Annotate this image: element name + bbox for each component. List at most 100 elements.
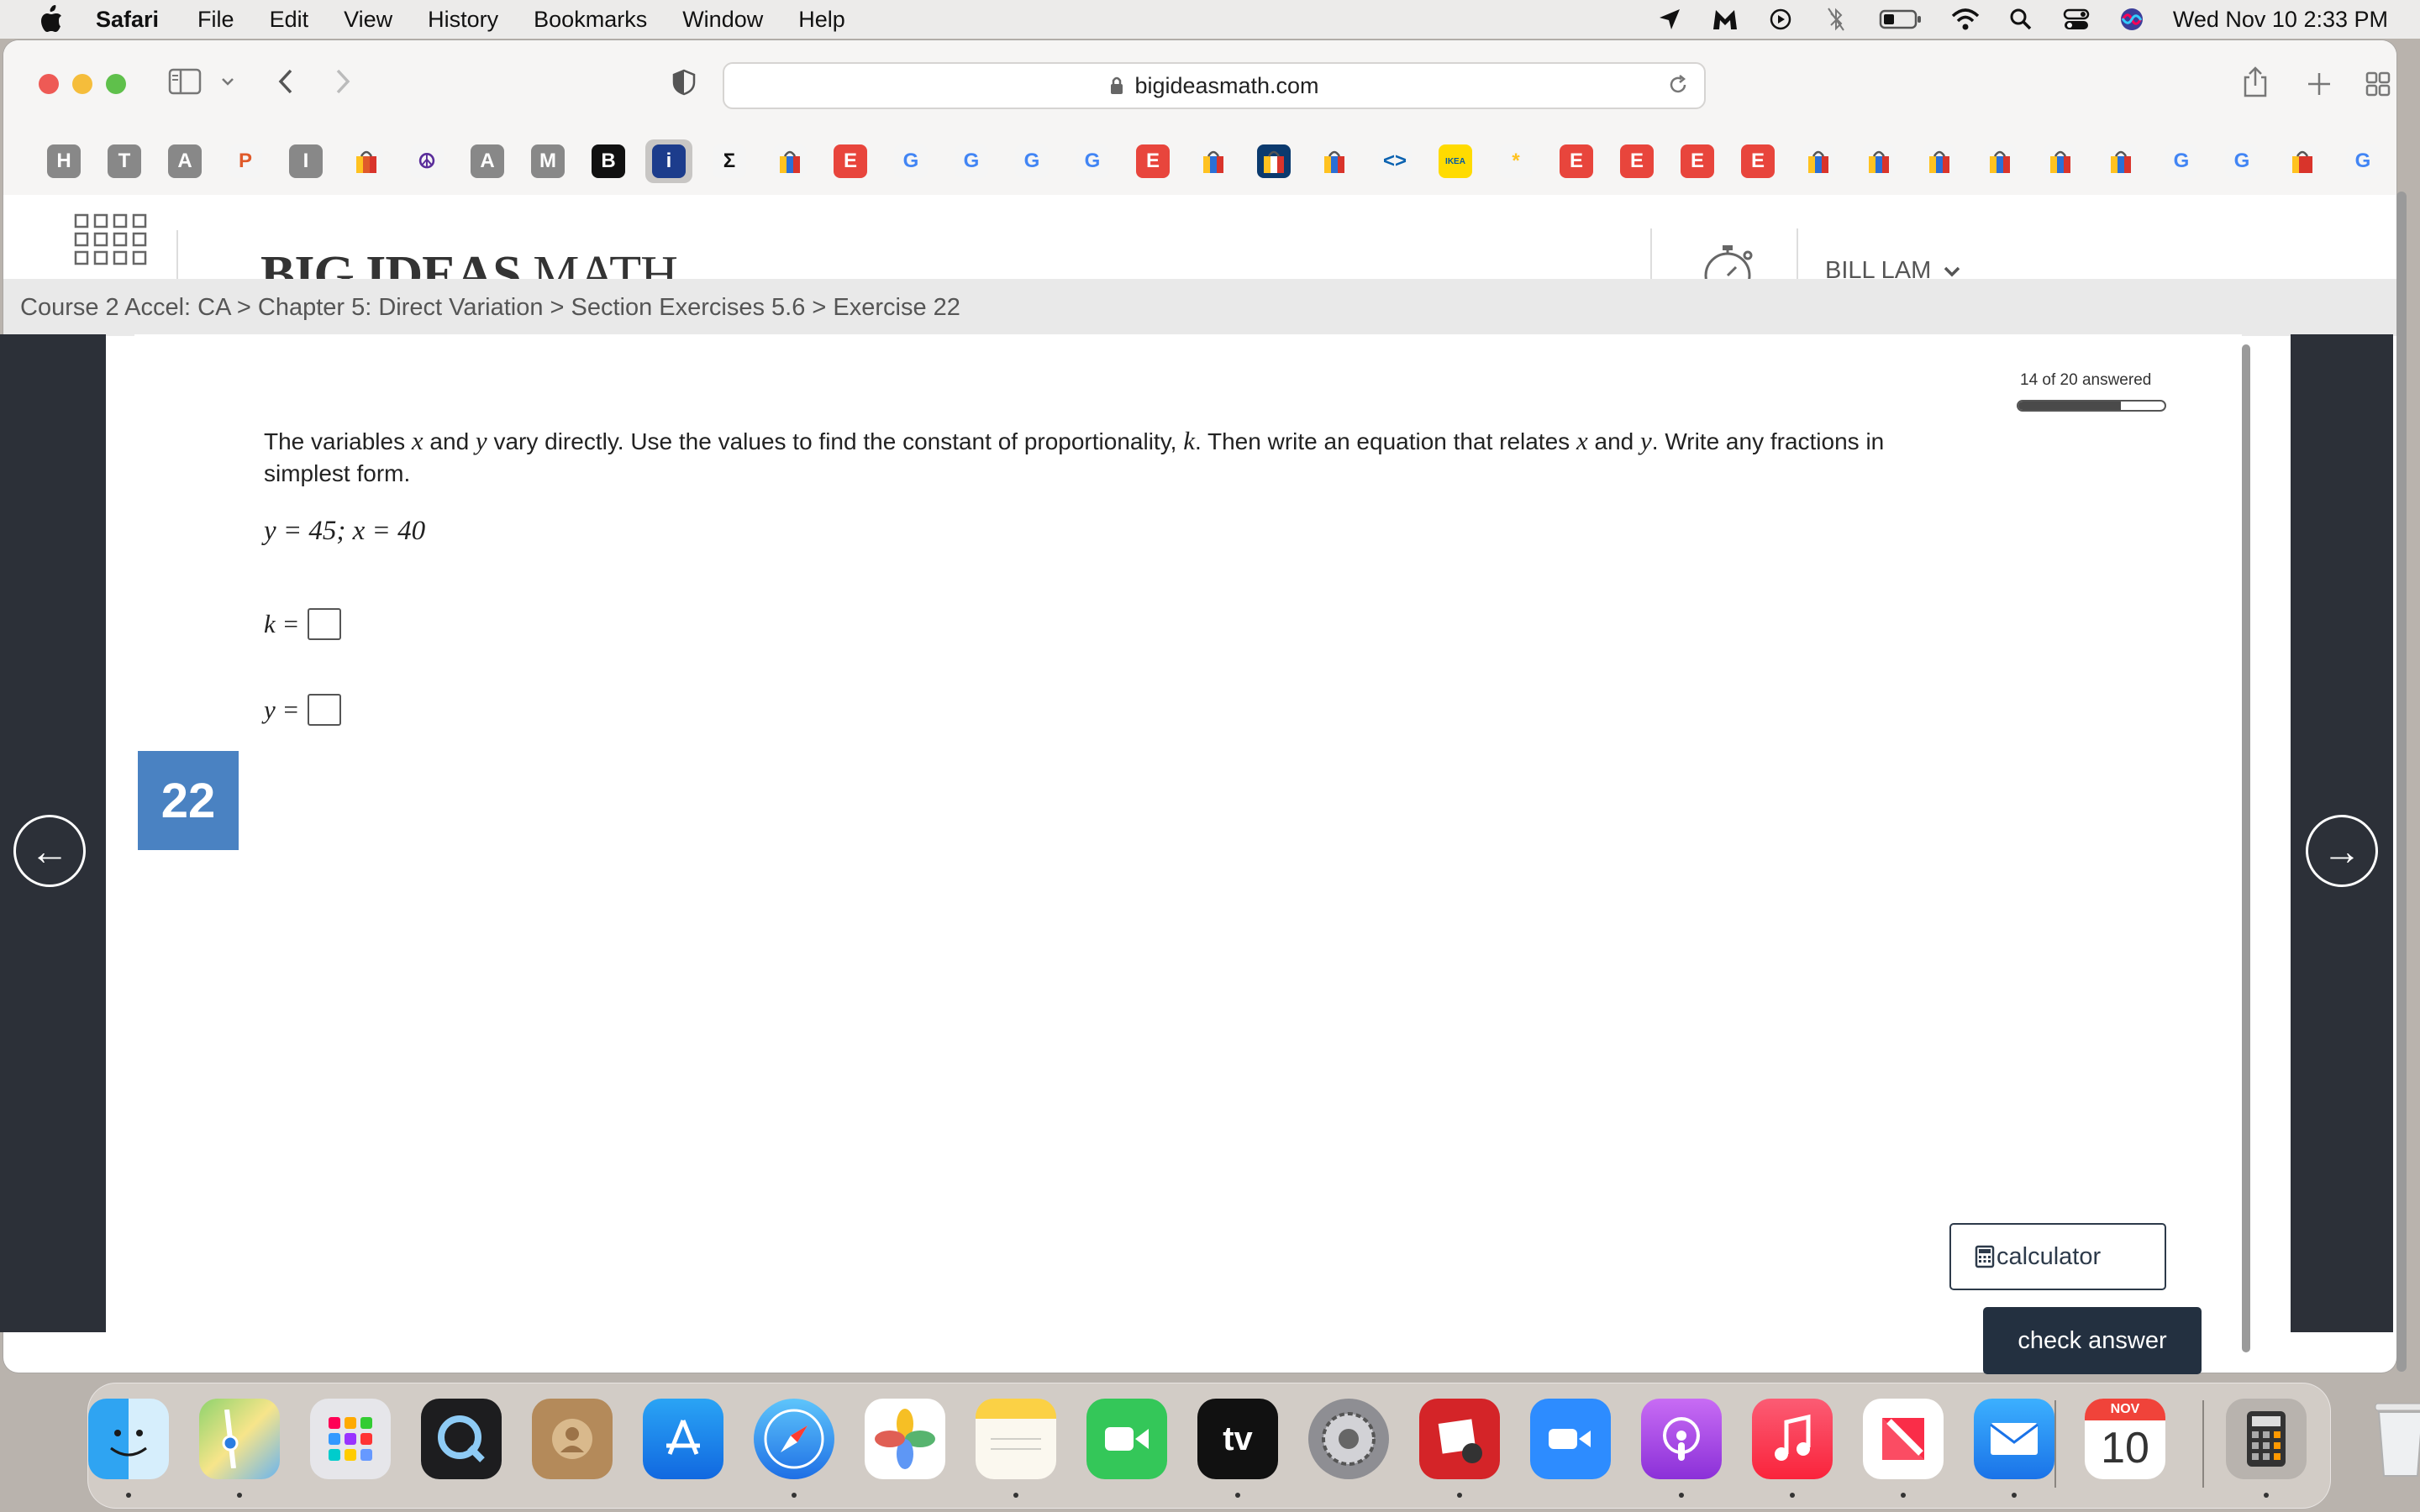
menu-view[interactable]: View xyxy=(344,7,392,33)
menu-file[interactable]: File xyxy=(197,7,234,33)
battery-icon[interactable] xyxy=(1877,5,1924,34)
notes-icon[interactable] xyxy=(976,1399,1056,1479)
favorite-bookmark[interactable] xyxy=(1795,139,1842,183)
favorite-bookmark[interactable]: H xyxy=(40,139,87,183)
window-scrollbar[interactable] xyxy=(2396,192,2407,1372)
next-exercise-button[interactable]: → xyxy=(2306,815,2378,887)
favorite-bookmark[interactable]: G xyxy=(1008,139,1055,183)
favorite-bookmark[interactable]: E xyxy=(827,139,874,183)
tab-group-chevron-icon[interactable] xyxy=(220,74,235,93)
apple-menu-icon[interactable] xyxy=(35,3,67,35)
zoom-window-button[interactable] xyxy=(106,74,126,94)
control-center-icon[interactable] xyxy=(2062,5,2091,34)
system-preferences-icon[interactable] xyxy=(1308,1399,1389,1479)
favorite-bookmark[interactable] xyxy=(1976,139,2023,183)
spotlight-search-icon[interactable] xyxy=(2007,5,2035,34)
privacy-shield-icon[interactable] xyxy=(672,69,696,100)
finder-icon[interactable] xyxy=(88,1399,169,1479)
bluetooth-icon[interactable] xyxy=(1822,5,1850,34)
favorite-bookmark[interactable] xyxy=(1916,139,1963,183)
photos-icon[interactable] xyxy=(865,1399,945,1479)
favorite-bookmark[interactable]: E xyxy=(1674,139,1721,183)
favorite-bookmark[interactable]: E xyxy=(1553,139,1600,183)
favorite-bookmark[interactable]: E xyxy=(1734,139,1781,183)
minimize-window-button[interactable] xyxy=(72,74,92,94)
favorite-bookmark[interactable]: G xyxy=(887,139,934,183)
app-store-icon[interactable] xyxy=(643,1399,723,1479)
photo-booth-icon[interactable] xyxy=(1419,1399,1500,1479)
favorite-bookmark[interactable]: E xyxy=(1129,139,1176,183)
favorite-bookmark[interactable]: Σ xyxy=(706,139,753,183)
favorite-bookmark[interactable]: IKEA xyxy=(1432,139,1479,183)
favorite-bookmark[interactable]: * xyxy=(1492,139,1539,183)
menu-help[interactable]: Help xyxy=(798,7,845,33)
zoom-icon[interactable] xyxy=(1530,1399,1611,1479)
back-arrow-icon[interactable] xyxy=(276,67,296,100)
favorite-bookmark[interactable] xyxy=(1311,139,1358,183)
malwarebytes-icon[interactable] xyxy=(1711,5,1739,34)
location-arrow-icon[interactable] xyxy=(1655,5,1684,34)
favorite-bookmark[interactable]: G xyxy=(2218,139,2265,183)
safari-icon[interactable] xyxy=(754,1399,834,1479)
favorite-bookmark[interactable]: P xyxy=(222,139,269,183)
launchpad-icon[interactable] xyxy=(310,1399,391,1479)
calendar-icon[interactable]: NOV 10 xyxy=(2085,1399,2165,1479)
favorite-bookmark[interactable]: G xyxy=(2339,139,2386,183)
maps-icon[interactable] xyxy=(199,1399,280,1479)
favorite-bookmark[interactable]: i xyxy=(645,139,692,183)
k-answer-input[interactable] xyxy=(308,608,342,640)
share-icon[interactable] xyxy=(2242,66,2269,103)
favorite-bookmark[interactable]: B xyxy=(585,139,632,183)
menu-history[interactable]: History xyxy=(428,7,498,33)
calculator-app-icon[interactable] xyxy=(2226,1399,2307,1479)
favorite-bookmark[interactable]: T xyxy=(101,139,148,183)
favorite-bookmark[interactable] xyxy=(1855,139,1902,183)
favorite-bookmark[interactable] xyxy=(2097,139,2144,183)
breadcrumb[interactable]: Course 2 Accel: CA > Chapter 5: Direct V… xyxy=(3,279,2396,336)
favorite-bookmark[interactable]: <> xyxy=(1371,139,1418,183)
music-icon[interactable] xyxy=(1752,1399,1833,1479)
y-answer-input[interactable] xyxy=(308,694,342,726)
favorite-bookmark[interactable]: A xyxy=(464,139,511,183)
favorite-bookmark[interactable]: G xyxy=(2158,139,2205,183)
menubar-clock[interactable]: Wed Nov 10 2:33 PM xyxy=(2173,7,2388,33)
facetime-icon[interactable] xyxy=(1086,1399,1167,1479)
favorite-bookmark[interactable] xyxy=(2279,139,2326,183)
close-window-button[interactable] xyxy=(39,74,59,94)
tab-overview-icon[interactable] xyxy=(2365,71,2391,102)
forward-arrow-icon[interactable] xyxy=(333,67,353,100)
favorite-bookmark[interactable]: G xyxy=(948,139,995,183)
favorite-bookmark[interactable]: I xyxy=(282,139,329,183)
favorite-bookmark[interactable] xyxy=(2037,139,2084,183)
content-scrollbar[interactable] xyxy=(2242,344,2250,1352)
favorite-bookmark[interactable]: G xyxy=(1069,139,1116,183)
mail-icon[interactable] xyxy=(1974,1399,2054,1479)
favorite-bookmark[interactable]: A xyxy=(161,139,208,183)
favorite-bookmark[interactable] xyxy=(1250,139,1297,183)
play-circle-icon[interactable] xyxy=(1766,5,1795,34)
previous-exercise-button[interactable]: ← xyxy=(13,815,86,887)
calculator-button[interactable]: calculator xyxy=(1949,1223,2166,1290)
favorite-bookmark[interactable]: E xyxy=(1613,139,1660,183)
sidebar-toggle-icon[interactable] xyxy=(168,67,202,100)
menu-edit[interactable]: Edit xyxy=(270,7,309,33)
favorite-bookmark[interactable]: M xyxy=(524,139,571,183)
favorite-bookmark[interactable]: ☮ xyxy=(403,139,450,183)
quicktime-icon[interactable] xyxy=(421,1399,502,1479)
menu-window[interactable]: Window xyxy=(682,7,763,33)
favorite-bookmark[interactable] xyxy=(766,139,813,183)
app-grid-icon[interactable] xyxy=(74,213,148,265)
wifi-icon[interactable] xyxy=(1951,5,1980,34)
menu-bookmarks[interactable]: Bookmarks xyxy=(534,7,647,33)
app-name-menu[interactable]: Safari xyxy=(96,7,159,33)
favorite-bookmark[interactable] xyxy=(1190,139,1237,183)
new-tab-icon[interactable] xyxy=(2306,71,2333,102)
check-answer-button[interactable]: check answer xyxy=(1983,1307,2202,1374)
contacts-icon[interactable] xyxy=(532,1399,613,1479)
siri-icon[interactable] xyxy=(2118,5,2146,34)
news-icon[interactable] xyxy=(1863,1399,1944,1479)
podcasts-icon[interactable] xyxy=(1641,1399,1722,1479)
reload-icon[interactable] xyxy=(1667,74,1689,102)
apple-tv-icon[interactable]: tv xyxy=(1197,1399,1278,1479)
trash-icon[interactable] xyxy=(2360,1399,2420,1479)
